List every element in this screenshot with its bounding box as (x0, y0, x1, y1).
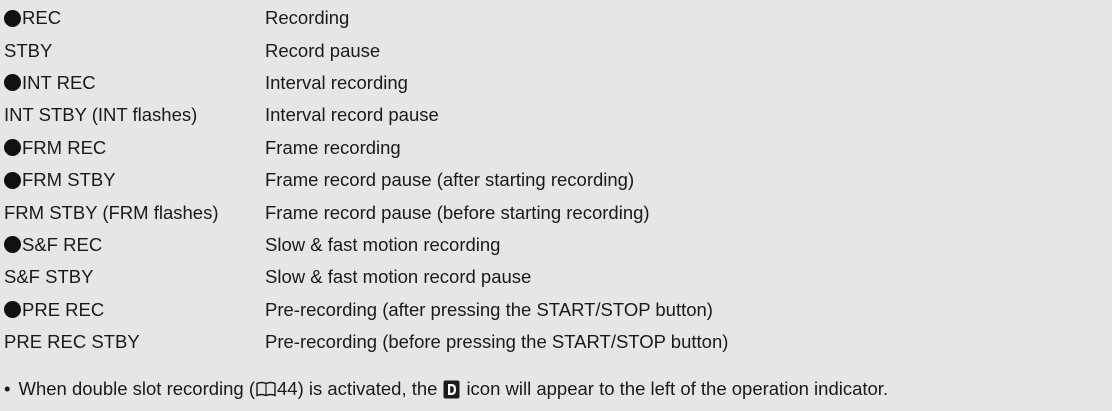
table-row: INT STBY (INT flashes) Interval record p… (4, 99, 728, 131)
table-row: FRM REC Frame recording (4, 132, 728, 164)
indicator-label: PRE REC STBY (4, 331, 140, 353)
indicator-cell: PRE REC (4, 299, 265, 321)
table-row: S&F STBY Slow & fast motion record pause (4, 261, 728, 293)
table-row: INT REC Interval recording (4, 67, 728, 99)
table-row: S&F REC Slow & fast motion recording (4, 229, 728, 261)
indicator-label: FRM STBY (22, 169, 116, 191)
meaning-cell: Interval record pause (265, 104, 439, 126)
note-text-after: icon will appear to the left of the oper… (466, 378, 889, 399)
indicator-label: STBY (4, 39, 53, 61)
indicator-cell: S&F REC (4, 234, 265, 256)
meaning-cell: Slow & fast motion record pause (265, 266, 532, 288)
rec-dot-icon (4, 236, 21, 254)
indicator-label: INT STBY (INT flashes) (4, 104, 198, 126)
indicator-label: S&F STBY (4, 266, 94, 288)
indicator-cell: S&F STBY (4, 266, 265, 288)
meaning-cell: Pre-recording (before pressing the START… (265, 331, 729, 353)
table-row: FRM STBY Frame record pause (after start… (4, 164, 728, 196)
note-text-middle: ) is activated, the (297, 378, 438, 399)
indicator-cell: FRM STBY (4, 169, 265, 191)
meaning-cell: Frame recording (265, 136, 401, 158)
meaning-cell: Pre-recording (after pressing the START/… (265, 298, 713, 320)
indicator-cell: FRM STBY (FRM flashes) (4, 202, 265, 224)
meaning-cell: Interval recording (265, 71, 408, 93)
meaning-cell: Recording (265, 7, 350, 29)
note-text-before: When double slot recording ( (18, 378, 256, 399)
meaning-cell: Record pause (265, 39, 381, 61)
meaning-cell: Frame record pause (after starting recor… (265, 169, 635, 191)
bullet: • (4, 378, 11, 399)
indicator-label: REC (22, 7, 62, 29)
table-row: REC Recording (4, 2, 728, 34)
indicator-label: PRE REC (22, 298, 105, 320)
operation-indicator-table: REC Recording STBY Record pause INT REC … (4, 2, 728, 358)
double-slot-note: • When double slot recording ( 44 ) is a… (4, 378, 888, 400)
table-row: STBY Record pause (4, 34, 728, 66)
rec-dot-icon (4, 171, 21, 189)
indicator-cell: INT STBY (INT flashes) (4, 104, 265, 126)
page-reference[interactable]: 44 (277, 378, 298, 400)
table-row: FRM STBY (FRM flashes) Frame record paus… (4, 196, 728, 228)
indicator-cell: REC (4, 7, 265, 29)
rec-dot-icon (4, 9, 21, 27)
book-reference-icon (256, 381, 276, 397)
meaning-cell: Slow & fast motion recording (265, 233, 501, 255)
indicator-cell: INT REC (4, 72, 265, 94)
table-row: PRE REC STBY Pre-recording (before press… (4, 326, 728, 358)
indicator-label: FRM REC (22, 136, 107, 158)
rec-dot-icon (4, 139, 21, 157)
indicator-cell: FRM REC (4, 137, 265, 159)
meaning-cell: Frame record pause (before starting reco… (265, 201, 650, 223)
double-slot-recording-icon (443, 380, 460, 399)
indicator-cell: STBY (4, 40, 265, 62)
indicator-label: INT REC (22, 71, 96, 93)
table-row: PRE REC Pre-recording (after pressing th… (4, 294, 728, 326)
rec-dot-icon (4, 74, 21, 92)
indicator-cell: PRE REC STBY (4, 331, 265, 353)
rec-dot-icon (4, 301, 21, 319)
indicator-label: S&F REC (22, 233, 103, 255)
indicator-label: FRM STBY (FRM flashes) (4, 201, 219, 223)
